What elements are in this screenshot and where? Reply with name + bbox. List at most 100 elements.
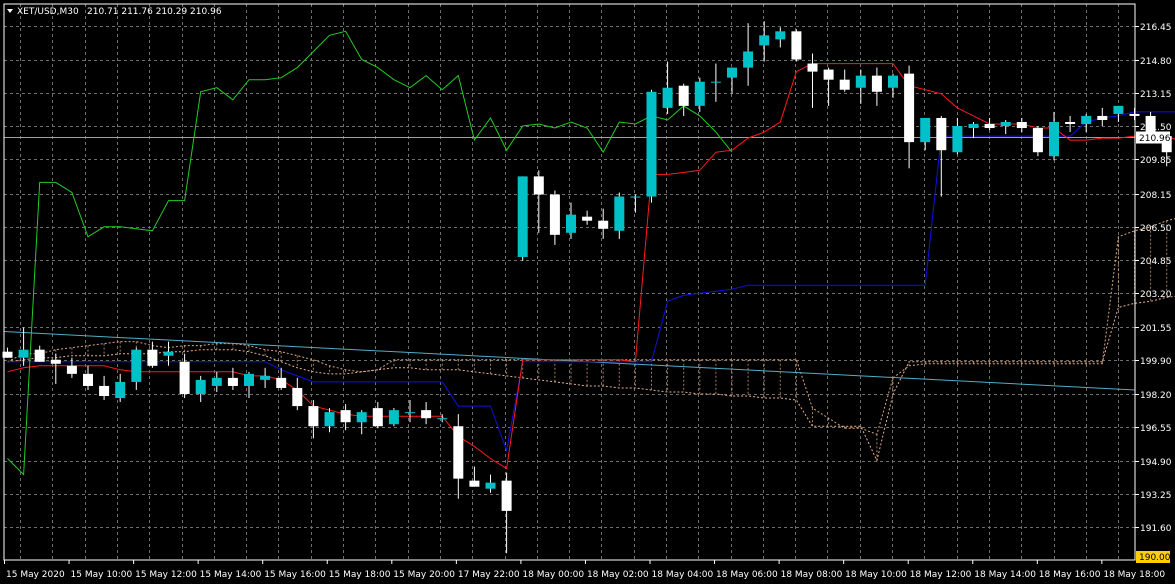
candle-body <box>630 196 641 198</box>
time-tick-label: 18 May 10:00 <box>845 570 907 580</box>
price-tick-label: 204.85 <box>1140 257 1172 267</box>
candle-body <box>292 387 303 407</box>
min-price-value: 190.00 <box>1139 553 1171 563</box>
candle-body <box>50 359 61 364</box>
candle[interactable] <box>517 176 528 262</box>
time-tick-label: 15 May 14:00 <box>200 570 262 580</box>
candle-body <box>1032 128 1043 153</box>
candle-body <box>421 410 432 419</box>
candle-body <box>1016 121 1027 129</box>
candle-body <box>372 408 383 427</box>
candle-body <box>582 216 593 221</box>
time-tick-label: 18 May 06:00 <box>716 570 778 580</box>
candle-body <box>871 75 882 92</box>
chart-canvas[interactable]: 216.45214.80213.15211.50209.85208.15206.… <box>0 0 1175 584</box>
candle-body <box>66 365 77 374</box>
candle-body <box>904 73 915 143</box>
candle-body <box>34 349 45 362</box>
candle-body <box>566 214 576 233</box>
candle-body <box>839 79 850 90</box>
candle-body <box>775 31 786 40</box>
candle-body <box>614 196 625 231</box>
time-tick-label: 15 May 12:00 <box>135 570 197 580</box>
candle-body <box>920 117 931 143</box>
candle-body <box>936 117 947 151</box>
candle-body <box>276 377 287 388</box>
price-tick-label: 214.80 <box>1140 57 1172 67</box>
chart-header: XET/USD,M30 210.71 211.76 210.29 210.96 <box>7 7 222 17</box>
candle-body <box>324 412 335 427</box>
time-tick-label: 15 May 20:00 <box>393 570 455 580</box>
price-tick-label: 198.20 <box>1140 391 1172 401</box>
time-tick-label: 15 May 10:00 <box>71 570 133 580</box>
candle-body <box>517 176 528 257</box>
candle-body <box>131 349 142 382</box>
candle-body <box>453 426 464 479</box>
candle-body <box>968 124 979 129</box>
candle-body <box>18 349 29 358</box>
price-tick-label: 216.45 <box>1140 23 1172 33</box>
candle-body <box>356 412 367 423</box>
candle-body <box>1113 105 1124 114</box>
candle-body <box>823 69 834 80</box>
candle-body <box>855 75 866 88</box>
price-tick-label: 208.15 <box>1140 191 1172 201</box>
time-tick-label: 18 May 04:00 <box>652 570 714 580</box>
price-tick-label: 203.20 <box>1140 290 1172 300</box>
candle[interactable] <box>646 89 657 203</box>
candle[interactable] <box>791 29 802 62</box>
price-tick-label: 206.50 <box>1140 224 1172 234</box>
chart-background <box>0 0 1175 584</box>
time-tick-label: 15 May 16:00 <box>264 570 326 580</box>
price-tick-label: 194.90 <box>1140 458 1172 468</box>
time-tick-label: 18 May 16:00 <box>1039 570 1101 580</box>
time-tick-label: 15 May 2020 <box>6 570 65 580</box>
candle-body <box>83 373 93 386</box>
time-tick-label: 18 May 14:00 <box>974 570 1036 580</box>
price-tick-label: 196.55 <box>1140 424 1172 434</box>
candle-body <box>662 87 673 108</box>
candle-body <box>952 126 963 153</box>
price-tick-label: 191.60 <box>1140 524 1172 534</box>
chart-area[interactable]: 216.45 214.80 213.15 211.50 209.85 208.15 206.… <box>0 0 1175 584</box>
candle-body <box>1049 121 1059 157</box>
ohlc-label: 210.71 211.76 210.29 210.96 <box>87 7 222 17</box>
candle-body <box>598 220 609 229</box>
candle-body <box>727 67 737 78</box>
price-tick-label: 201.55 <box>1140 324 1172 334</box>
candle-body <box>1097 115 1108 120</box>
candle[interactable] <box>1032 126 1043 157</box>
candle-body <box>501 480 512 511</box>
candle-body <box>678 85 689 106</box>
price-tick-label: 213.15 <box>1140 90 1172 100</box>
candle-body <box>244 373 254 386</box>
time-tick-label: 15 May 18:00 <box>329 570 391 580</box>
candle-body <box>115 381 126 399</box>
candle-body <box>1065 121 1076 124</box>
time-tick-label: 18 May 02:00 <box>587 570 649 580</box>
candle-body <box>1081 115 1092 124</box>
candle-body <box>759 35 770 46</box>
price-tick-label: 193.25 <box>1140 491 1172 501</box>
symbol-label: XET/USD,M30 <box>17 7 79 17</box>
candle-body <box>211 377 222 386</box>
current-price-value: 210.96 <box>1139 134 1171 144</box>
candle-body <box>163 351 174 356</box>
time-tick-label: 18 May 12:00 <box>910 570 972 580</box>
candle[interactable] <box>388 408 399 427</box>
candle-body <box>227 377 238 386</box>
candle-body <box>646 91 657 197</box>
candle-body <box>469 480 480 487</box>
price-tick-label: 199.90 <box>1140 357 1172 367</box>
candle-body <box>533 176 544 195</box>
candle-body <box>437 418 448 420</box>
candle-body <box>340 410 351 423</box>
candle-body <box>388 410 399 425</box>
time-tick-label: 18 May 00:00 <box>522 570 584 580</box>
candle-body <box>195 379 206 395</box>
candle-body <box>308 406 319 427</box>
time-tick-label: 17 May 22:00 <box>458 570 520 580</box>
candle-body <box>1000 121 1011 127</box>
candle-body <box>147 349 158 366</box>
time-tick-label: 18 May 08:00 <box>781 570 843 580</box>
